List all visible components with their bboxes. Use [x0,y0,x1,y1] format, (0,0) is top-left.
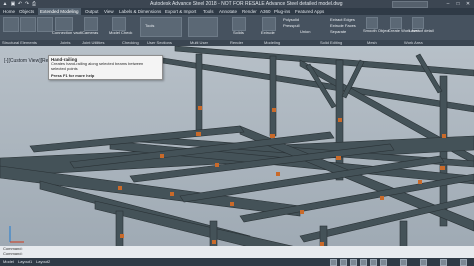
level-of-detail-label: Level of detail [409,28,434,33]
annotation-scale-icon[interactable] [420,259,427,266]
customization-icon[interactable] [440,259,447,266]
presspull-item[interactable]: Presspull [283,23,299,28]
model-check-button[interactable] [112,17,126,31]
tab-layout1[interactable]: Layout1 [18,259,32,265]
extract-edges-item[interactable]: Extract Edges [330,17,355,22]
grid-toggle-icon[interactable] [330,259,337,266]
search-input[interactable] [392,1,428,8]
tab-objects[interactable]: Objects [17,8,36,15]
tab-a360[interactable]: A360 [258,8,273,15]
tab-home[interactable]: Home [1,8,17,15]
tab-view[interactable]: View [102,8,116,15]
polar-toggle-icon[interactable] [360,259,367,266]
polysolid-item[interactable]: Polysolid [283,17,299,22]
extrude-button[interactable] [262,17,276,31]
beam-button[interactable] [20,17,36,32]
title-bar: ▲ ▣ ↶ ↷ ⎙ Autodesk Advance Steel 2018 - … [0,0,474,8]
tab-featured-apps[interactable]: Featured Apps [293,8,326,15]
tab-annotate[interactable]: Annotate [217,8,239,15]
osnap-toggle-icon[interactable] [370,259,377,266]
command-history-line: Command: [3,251,23,256]
tab-tools[interactable]: Tools [201,8,216,15]
logo-icon[interactable]: ▲ [2,1,8,7]
ortho-toggle-icon[interactable] [350,259,357,266]
cameras-label: Cameras [82,30,99,35]
tooltip-description: Creates hand-railing along selected beam… [51,61,144,71]
structural-elements-button[interactable] [3,17,19,32]
command-line[interactable]: Command: Command: [0,246,474,258]
close-button[interactable]: ✕ [464,1,472,7]
tooltip-hand-railing: Hand-railing Creates hand-railing along … [48,55,163,80]
extrude-faces-item[interactable]: Extrude Faces [330,23,356,28]
model-check-label: Model Check [109,30,133,35]
plate-button[interactable] [37,17,53,32]
tab-render[interactable]: Render [240,8,259,15]
ribbon-tabs: Home Objects Extended Modeling Output Vi… [0,8,474,16]
tab-layout2[interactable]: Layout2 [36,259,50,265]
otrack-toggle-icon[interactable] [380,259,387,266]
union-item[interactable]: Union [300,29,310,34]
tab-plug-ins[interactable]: Plug-ins [272,8,292,15]
snap-toggle-icon[interactable] [340,259,347,266]
menu-icon[interactable] [460,259,467,266]
workspace-icon[interactable] [400,259,407,266]
print-icon[interactable]: ⎙ [31,1,37,7]
maximize-button[interactable]: □ [454,1,462,7]
ribbon: Connection vault Cameras Model Check Too… [0,15,474,40]
tab-labels-dimensions[interactable]: Labels & Dimensions [117,8,163,15]
save-icon[interactable]: ▣ [10,1,16,7]
solids-button[interactable] [232,17,246,31]
connection-vault-label: Connection vault [52,30,82,35]
cameras-button[interactable] [84,17,98,31]
connection-vault-button[interactable] [55,17,73,31]
multi-user-tools[interactable] [188,17,218,37]
tab-output[interactable]: Output [83,8,101,15]
redo-icon[interactable]: ↷ [24,1,30,7]
tab-model[interactable]: Model [3,259,14,265]
tools-label: Tools [145,23,155,28]
tab-export-import[interactable]: Export & Import [163,8,198,15]
separate-item[interactable]: Separate [330,29,346,34]
minimize-button[interactable]: – [444,1,452,7]
smooth-object-label: Smooth Object [363,28,390,33]
solids-label: Solids [233,30,244,35]
extrude-label: Extrude [261,30,275,35]
undo-icon[interactable]: ↶ [17,1,23,7]
window-title: Autodesk Advance Steel 2018 - NOT FOR RE… [150,1,343,7]
tooltip-help: Press F1 for more help [51,73,95,78]
status-bar: Model Layout1 Layout2 [0,258,474,266]
